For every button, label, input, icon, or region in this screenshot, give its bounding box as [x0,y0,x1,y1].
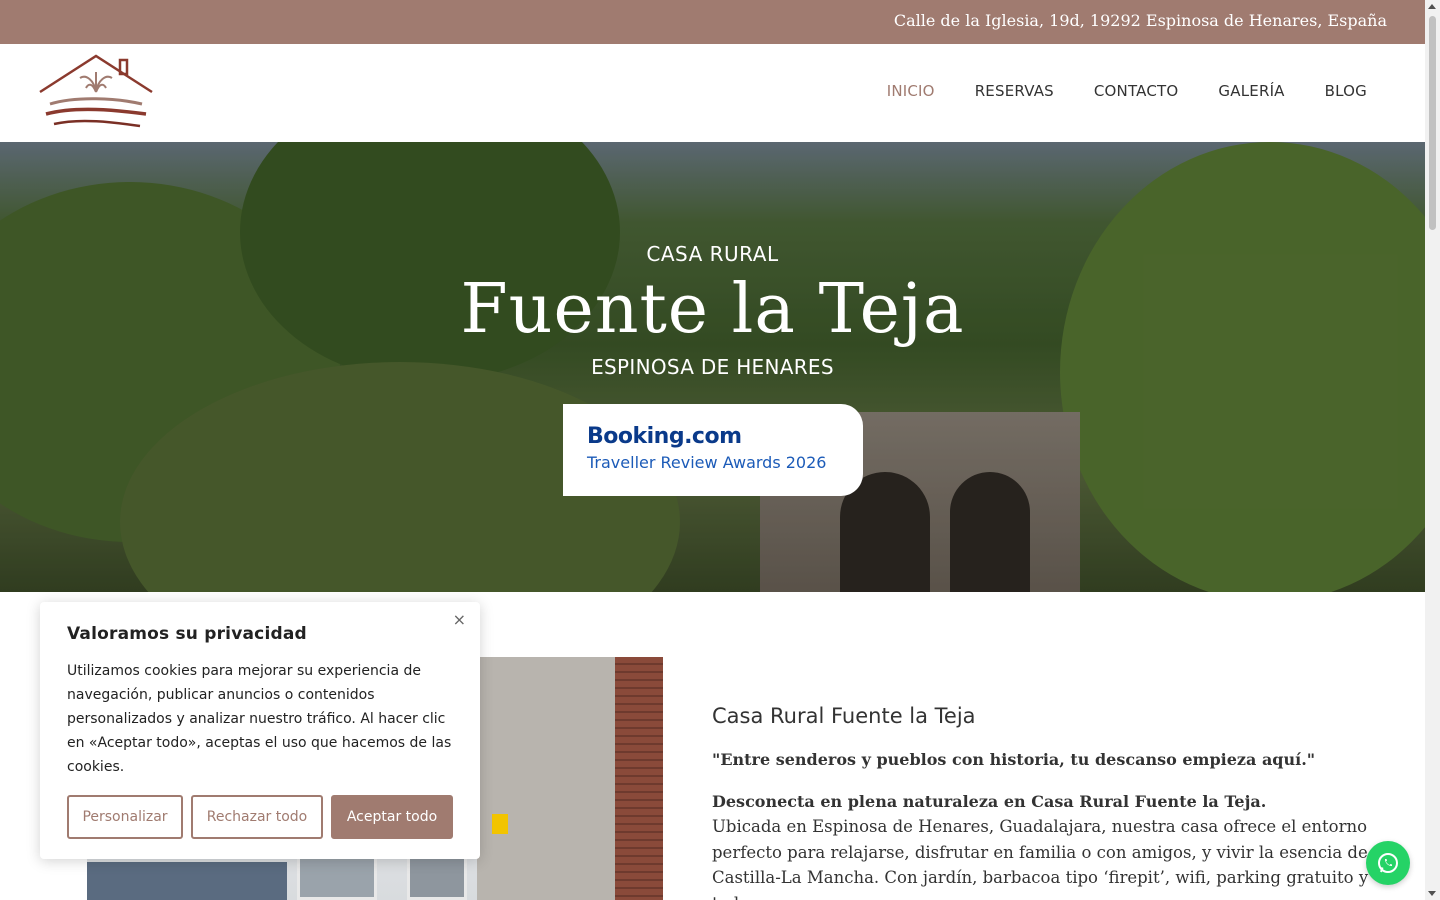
intro-heading: Casa Rural Fuente la Teja [712,704,976,728]
reject-all-button[interactable]: Rechazar todo [191,795,323,839]
cookie-title: Valoramos su privacidad [67,624,307,644]
nav-item-reservas[interactable]: RESERVAS [975,82,1054,100]
cookie-text: Utilizamos cookies para mejorar su exper… [67,663,452,775]
address-text: Calle de la Iglesia, 19d, 19292 Espinosa… [893,11,1387,30]
nav-item-inicio[interactable]: INICIO [887,82,935,100]
nav-item-blog[interactable]: BLOG [1325,82,1367,100]
cookie-consent-banner: × Valoramos su privacidad Utilizamos coo… [40,602,480,859]
intro-section: Casa Rural Fuente la Teja "Entre sendero… [712,704,1372,900]
scroll-down-icon[interactable] [1428,891,1436,896]
whatsapp-icon [1378,853,1398,873]
award-text: Traveller Review Awards 2026 [587,453,827,472]
booking-brand: Booking.com [587,424,742,449]
hero-title: Fuente la Teja [460,270,965,349]
top-address-bar: Calle de la Iglesia, 19d, 19292 Espinosa… [0,0,1425,44]
hero-kicker: CASA RURAL [646,242,779,266]
site-header: INICIO RESERVAS CONTACTO GALERÍA BLOG [0,44,1425,142]
nav-item-galeria[interactable]: GALERÍA [1218,82,1284,100]
intro-body: Ubicada en Espinosa de Henares, Guadalaj… [712,817,1369,900]
main-nav: INICIO RESERVAS CONTACTO GALERÍA BLOG [847,82,1367,100]
booking-award-badge[interactable]: Booking.com Traveller Review Awards 2026 [563,404,863,496]
customize-button[interactable]: Personalizar [67,795,183,839]
site-logo[interactable] [36,52,156,134]
scroll-up-icon[interactable] [1428,4,1436,9]
whatsapp-button[interactable] [1366,841,1410,885]
hero-banner: CASA RURAL Fuente la Teja ESPINOSA DE HE… [0,142,1425,592]
close-icon[interactable]: × [453,610,466,629]
house-fountain-logo-icon [39,54,153,128]
scrollbar-thumb[interactable] [1429,16,1436,230]
hero-subtitle: ESPINOSA DE HENARES [591,355,834,379]
nav-item-contacto[interactable]: CONTACTO [1094,82,1179,100]
intro-quote: "Entre senderos y pueblos con historia, … [712,750,1316,769]
intro-lead: Desconecta en plena naturaleza en Casa R… [712,792,1267,811]
page-scrollbar[interactable] [1425,0,1440,900]
accept-all-button[interactable]: Aceptar todo [331,795,453,839]
